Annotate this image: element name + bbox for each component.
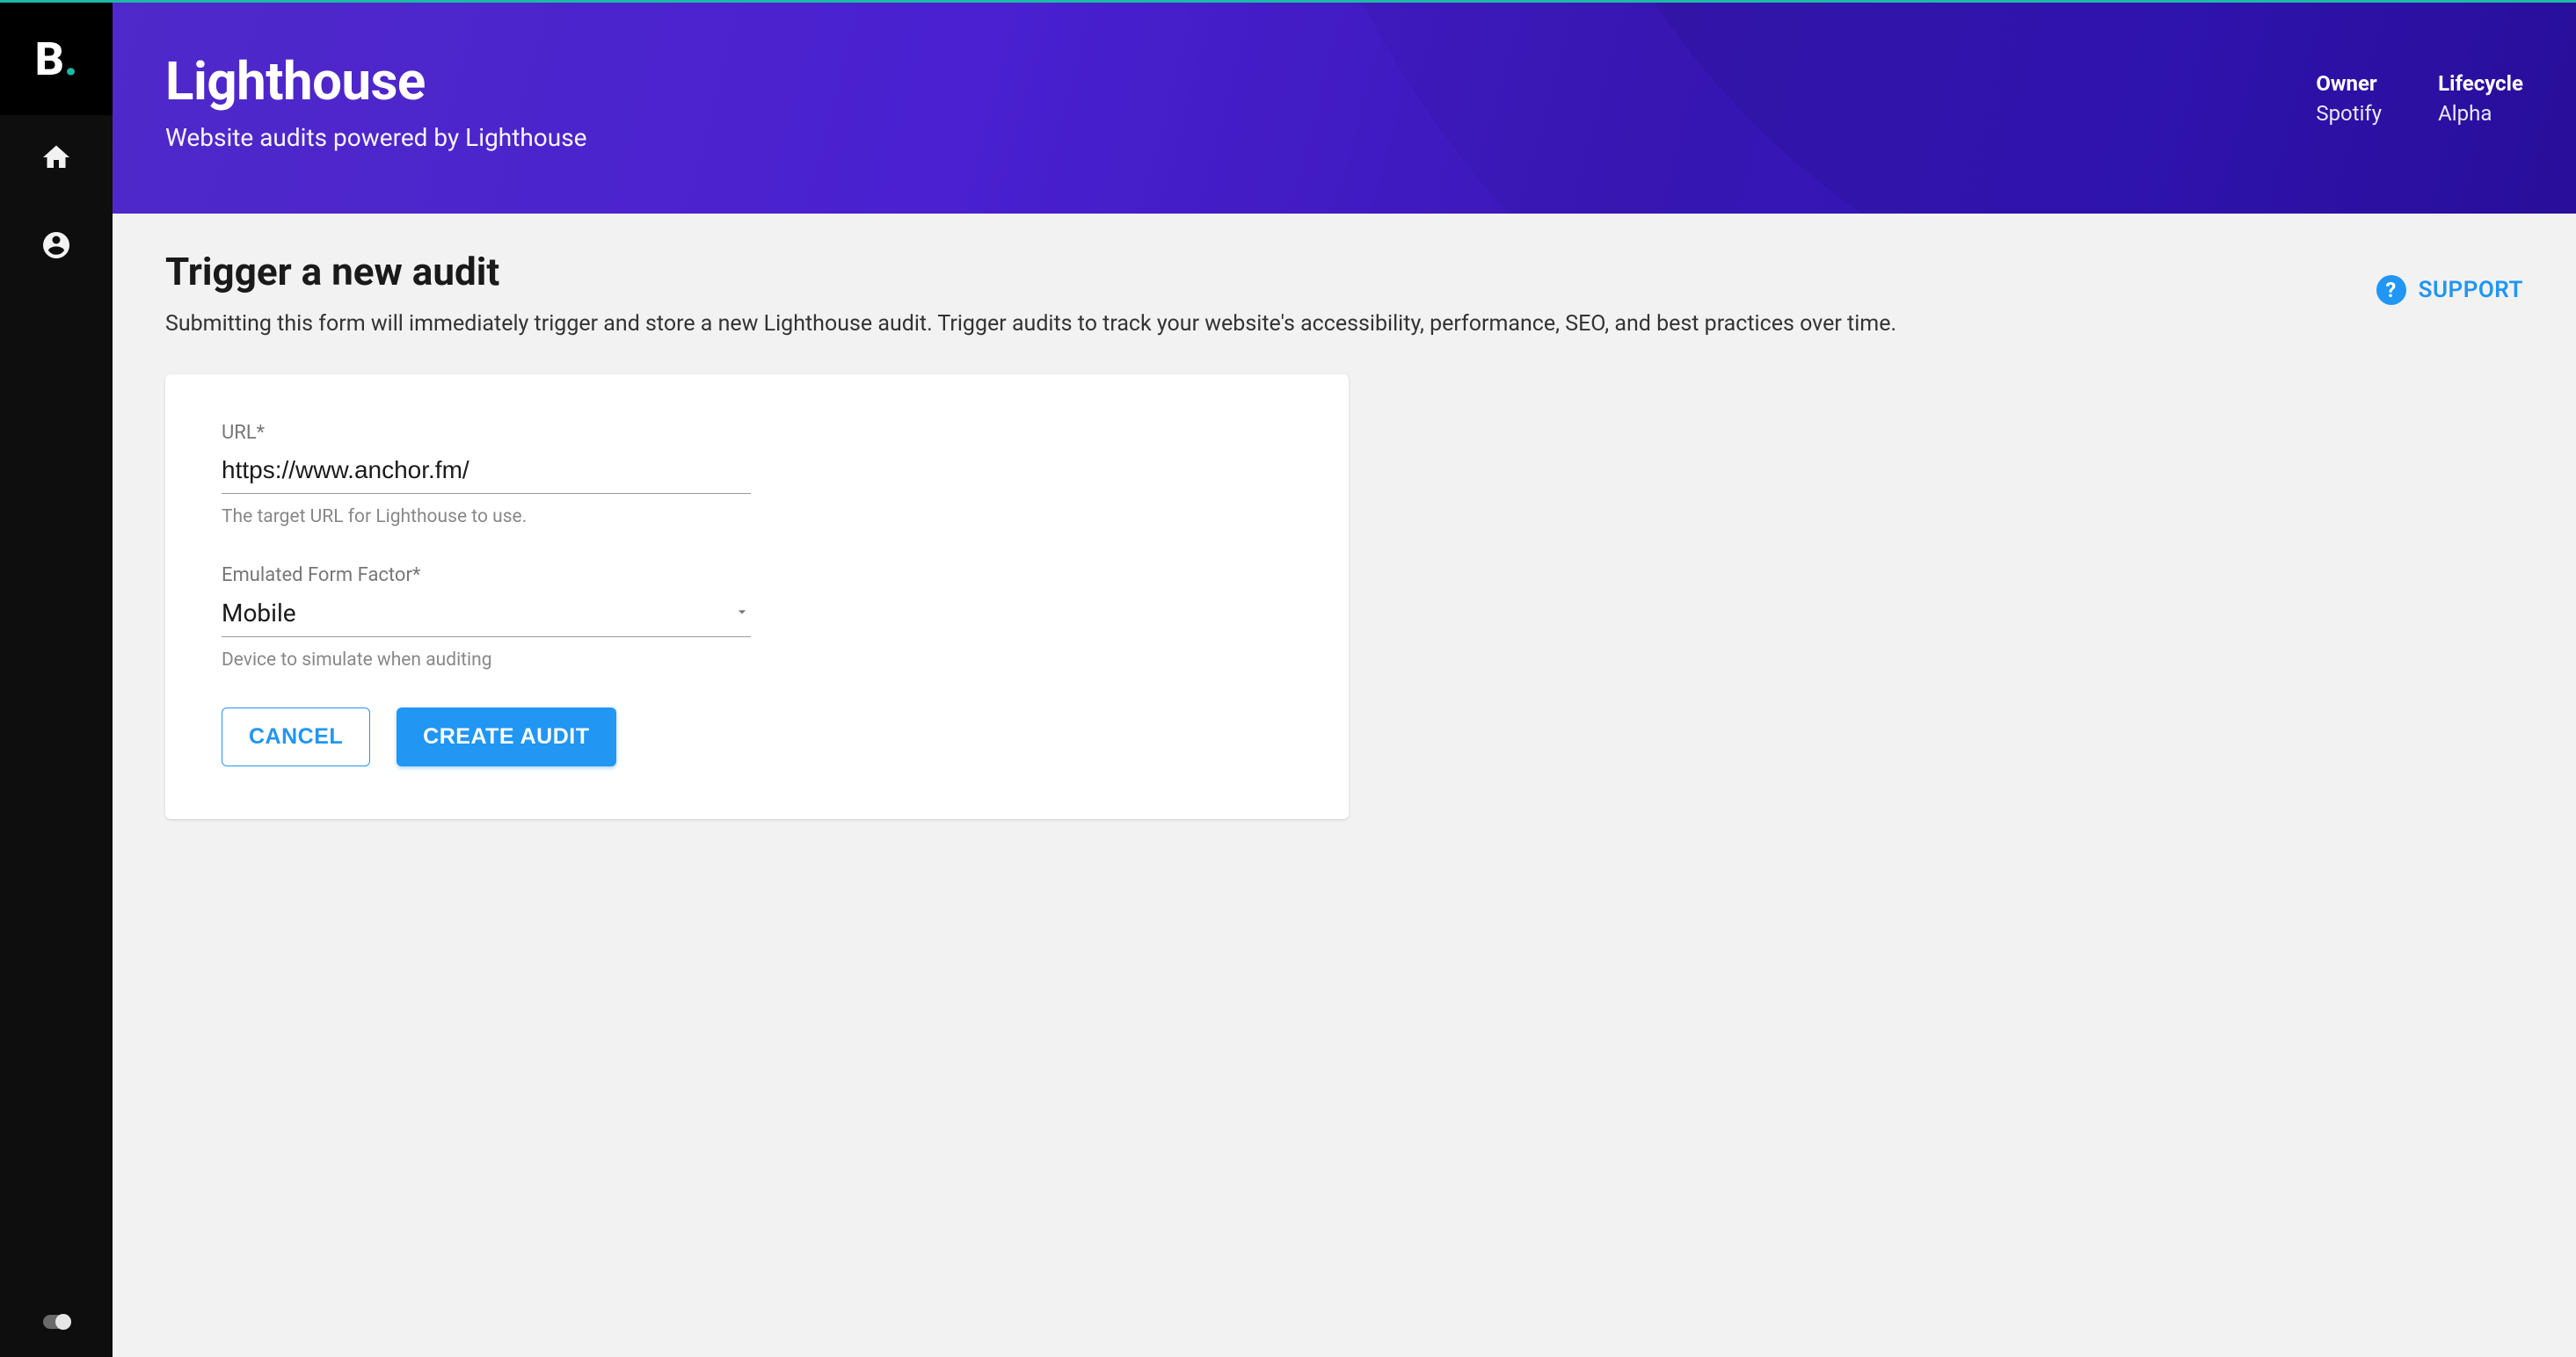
form-factor-value: Mobile [222, 599, 296, 628]
form-factor-select[interactable]: Mobile [222, 593, 751, 637]
meta-value: Alpha [2438, 101, 2523, 126]
logo-letter: B [35, 33, 62, 86]
cancel-button[interactable]: CANCEL [222, 708, 370, 766]
header-title: Lighthouse [165, 50, 587, 112]
header-subtitle: Website audits powered by Lighthouse [165, 123, 587, 152]
meta-label: Owner [2316, 71, 2382, 96]
create-audit-button[interactable]: CREATE AUDIT [397, 708, 615, 766]
url-label: URL* [222, 422, 751, 444]
sidebar-item-account[interactable] [0, 203, 113, 291]
form-factor-label: Emulated Form Factor* [222, 564, 751, 586]
meta-value: Spotify [2316, 101, 2382, 126]
form-factor-helper: Device to simulate when auditing [222, 649, 751, 671]
sidebar-logo[interactable]: B. [0, 3, 113, 115]
sidebar-item-home[interactable] [0, 115, 113, 203]
logo-dot: . [64, 33, 77, 86]
page-title: Trigger a new audit [165, 249, 1896, 294]
toggle-icon [43, 1315, 69, 1329]
chevron-down-icon [733, 603, 751, 624]
account-circle-icon [40, 229, 72, 265]
url-helper: The target URL for Lighthouse to use. [222, 506, 751, 527]
page-description: Submitting this form will immediately tr… [165, 308, 1896, 339]
header-meta-owner: Owner Spotify [2316, 71, 2382, 214]
support-label: SUPPORT [2419, 277, 2523, 303]
support-button[interactable]: ? SUPPORT [2376, 275, 2523, 305]
help-icon: ? [2376, 275, 2406, 305]
meta-label: Lifecycle [2438, 71, 2523, 96]
page-header: Lighthouse Website audits powered by Lig… [113, 3, 2576, 214]
home-icon [40, 142, 72, 177]
header-meta-lifecycle: Lifecycle Alpha [2438, 71, 2523, 214]
sidebar: B. [0, 3, 113, 1357]
sidebar-theme-toggle[interactable] [0, 1287, 113, 1357]
url-input[interactable] [222, 451, 751, 494]
audit-form-card: URL* The target URL for Lighthouse to us… [165, 374, 1349, 819]
